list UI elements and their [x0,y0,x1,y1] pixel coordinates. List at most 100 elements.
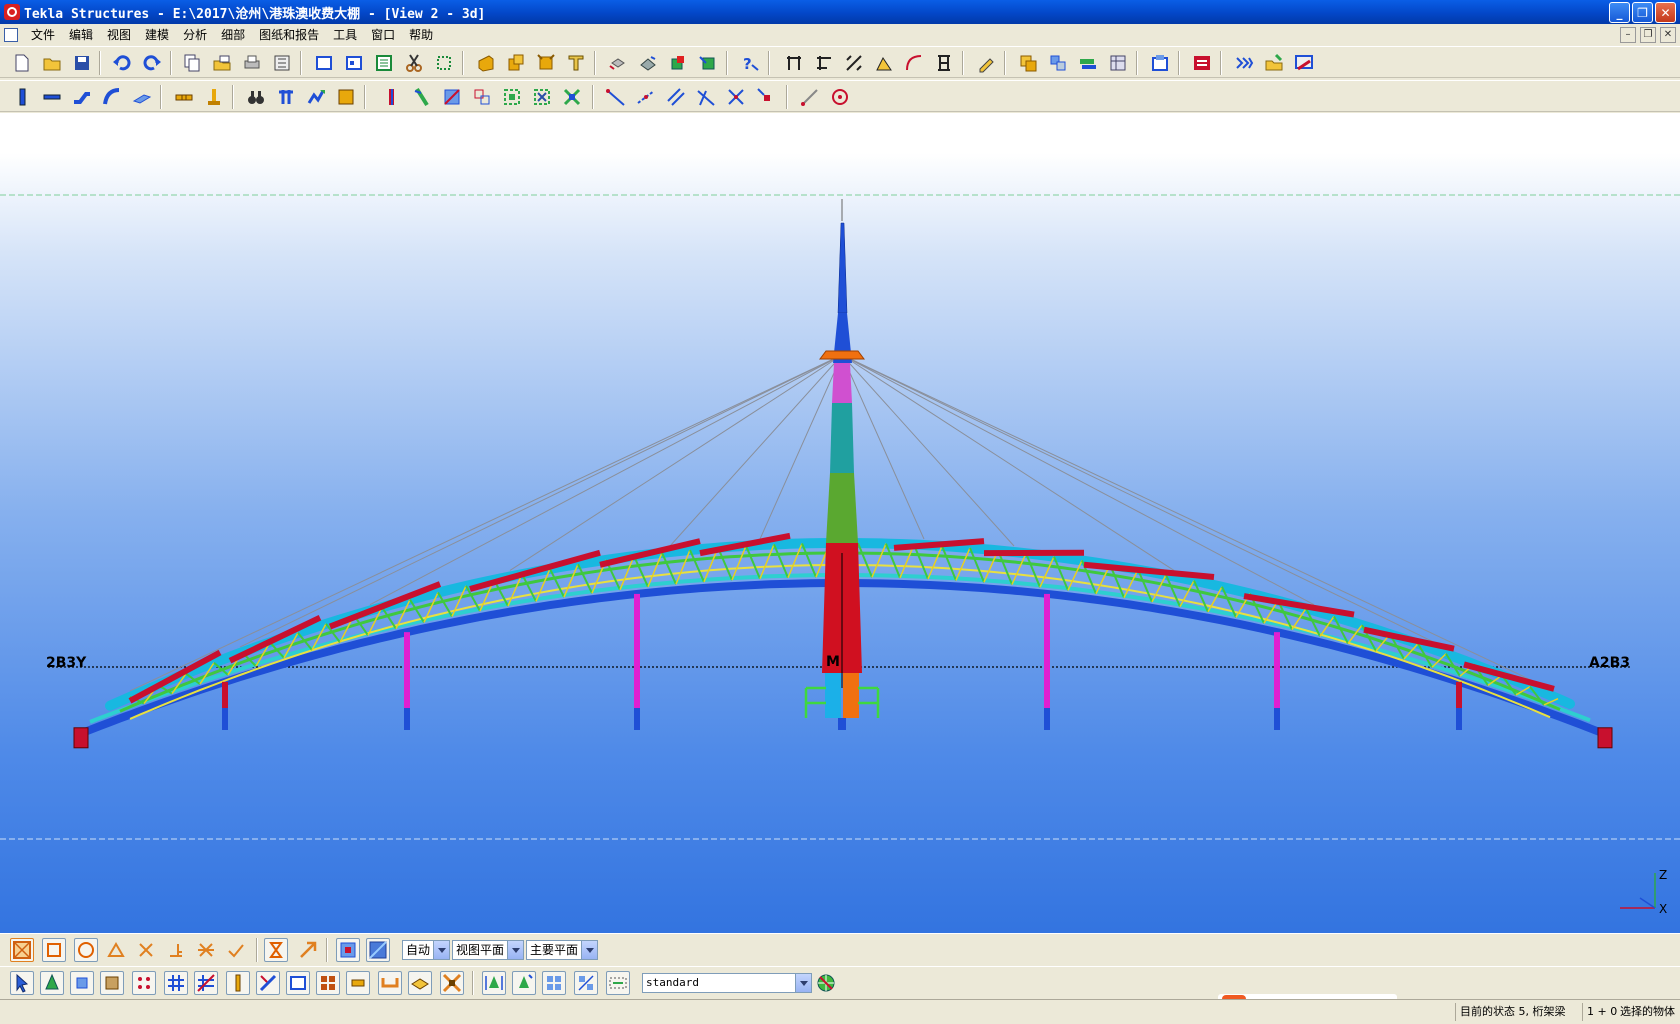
pad-footing-icon[interactable] [174,87,194,107]
model-view-3d[interactable]: 2B3Y M A2B3 Z X [0,113,1680,933]
filter-globe-icon[interactable] [816,973,836,993]
select-pointer-button[interactable] [10,971,34,995]
weld-icon[interactable] [638,53,658,73]
catalog-icon[interactable] [1294,53,1314,73]
open-folder-icon[interactable] [42,53,62,73]
select-loads-button[interactable] [408,971,432,995]
save-icon[interactable] [72,53,92,73]
minimize-button[interactable]: _ [1609,2,1630,23]
menu-detailing[interactable]: 细部 [214,24,252,46]
select-surfaces-button[interactable] [100,971,124,995]
snap-line-icon[interactable] [606,87,626,107]
snap-ref-point-button[interactable] [42,938,66,962]
select-assembly-button[interactable] [542,971,566,995]
chevron-down-icon[interactable] [795,974,811,992]
snap-points-icon[interactable] [636,87,656,107]
snap-mode-select[interactable]: 自动 [402,940,450,960]
report-icon[interactable] [1108,53,1128,73]
snap-center-icon[interactable] [830,87,850,107]
print-icon[interactable] [242,53,262,73]
selection-filter-select[interactable]: standard [642,973,812,993]
select-single-bolt-button[interactable] [346,971,370,995]
clash-check-icon[interactable] [1078,53,1098,73]
dimension-icon[interactable] [784,53,804,73]
menu-file[interactable]: 文件 [24,24,62,46]
tekla-app-icon[interactable] [4,4,20,20]
green-cube-2-icon[interactable] [698,53,718,73]
check-snap-icon[interactable] [226,940,246,960]
menu-tools[interactable]: 工具 [326,24,364,46]
main-plane-select[interactable]: 主要平面 [526,940,598,960]
document-icon[interactable] [4,28,18,42]
menu-analysis[interactable]: 分析 [176,24,214,46]
perpendicular-snap-icon[interactable] [166,940,186,960]
open-drawing-icon[interactable] [1264,53,1284,73]
chevron-down-icon[interactable] [507,941,523,959]
select-filter-button[interactable] [606,971,630,995]
arrow-snap-icon[interactable] [298,940,318,960]
snap-geometry-button[interactable] [74,938,98,962]
select-all-button[interactable] [10,938,34,962]
view-window-icon[interactable] [314,53,334,73]
bolt-icon[interactable] [608,53,628,73]
beam-icon[interactable] [42,87,62,107]
tekla-logo-icon[interactable] [1192,53,1212,73]
remove-from-assembly-icon[interactable] [532,87,552,107]
view-list-icon[interactable] [344,53,364,73]
plate-icon[interactable] [132,87,152,107]
triangle-snap-icon[interactable] [106,940,126,960]
curved-beam-icon[interactable] [102,87,122,107]
select-objects-in-component-button[interactable] [482,971,506,995]
select-reinforcement-button[interactable] [378,971,402,995]
arc-icon[interactable] [904,53,924,73]
snap-parallel-icon[interactable] [666,87,686,107]
help-icon[interactable]: ? [740,53,760,73]
numbering-icon[interactable] [1048,53,1068,73]
assembly-icon[interactable] [506,53,526,73]
line-cut-icon[interactable] [442,87,462,107]
view-plane-select[interactable]: 视图平面 [452,940,524,960]
snap-override-button[interactable] [336,938,360,962]
grid-icon[interactable] [276,87,296,107]
chevron-down-icon[interactable] [433,941,449,959]
snap-intersection-icon[interactable] [726,87,746,107]
component-icon[interactable] [566,53,586,73]
menu-help[interactable]: 帮助 [402,24,440,46]
snap-free-button[interactable] [264,938,288,962]
maximize-button[interactable]: ❐ [1632,2,1653,23]
layer-icon[interactable] [1018,53,1038,73]
angle-icon[interactable] [874,53,894,73]
new-file-icon[interactable] [12,53,32,73]
select-components-button[interactable] [40,971,64,995]
fit-part-end-icon[interactable] [412,87,432,107]
copy-icon[interactable] [182,53,202,73]
green-cube-icon[interactable] [668,53,688,73]
explode-icon[interactable] [562,87,582,107]
select-objects-in-assembly-button[interactable] [512,971,536,995]
chamfer-icon[interactable] [472,87,492,107]
select-cuts-button[interactable] [256,971,280,995]
select-points-button[interactable] [132,971,156,995]
select-area-icon[interactable] [434,53,454,73]
cut-icon[interactable] [404,53,424,73]
menu-view[interactable]: 视图 [100,24,138,46]
reference-model-icon[interactable] [306,87,326,107]
menu-modeling[interactable]: 建模 [138,24,176,46]
chevron-down-icon[interactable] [581,941,597,959]
select-nested-button[interactable] [574,971,598,995]
select-grid-button[interactable] [164,971,188,995]
part-icon[interactable] [476,53,496,73]
column-icon[interactable] [12,87,32,107]
line-extension-snap-icon[interactable] [196,940,216,960]
snap-plane-button[interactable] [366,938,390,962]
surface-icon[interactable] [336,87,356,107]
snap-extension-icon[interactable] [800,87,820,107]
select-parts-button[interactable] [70,971,94,995]
select-grid-line-button[interactable] [194,971,218,995]
bracket-icon[interactable] [934,53,954,73]
drawing-list-icon[interactable] [1150,53,1170,73]
open-model-icon[interactable] [212,53,232,73]
redo-icon[interactable] [142,53,162,73]
properties-icon[interactable] [272,53,292,73]
menu-window[interactable]: 窗口 [364,24,402,46]
